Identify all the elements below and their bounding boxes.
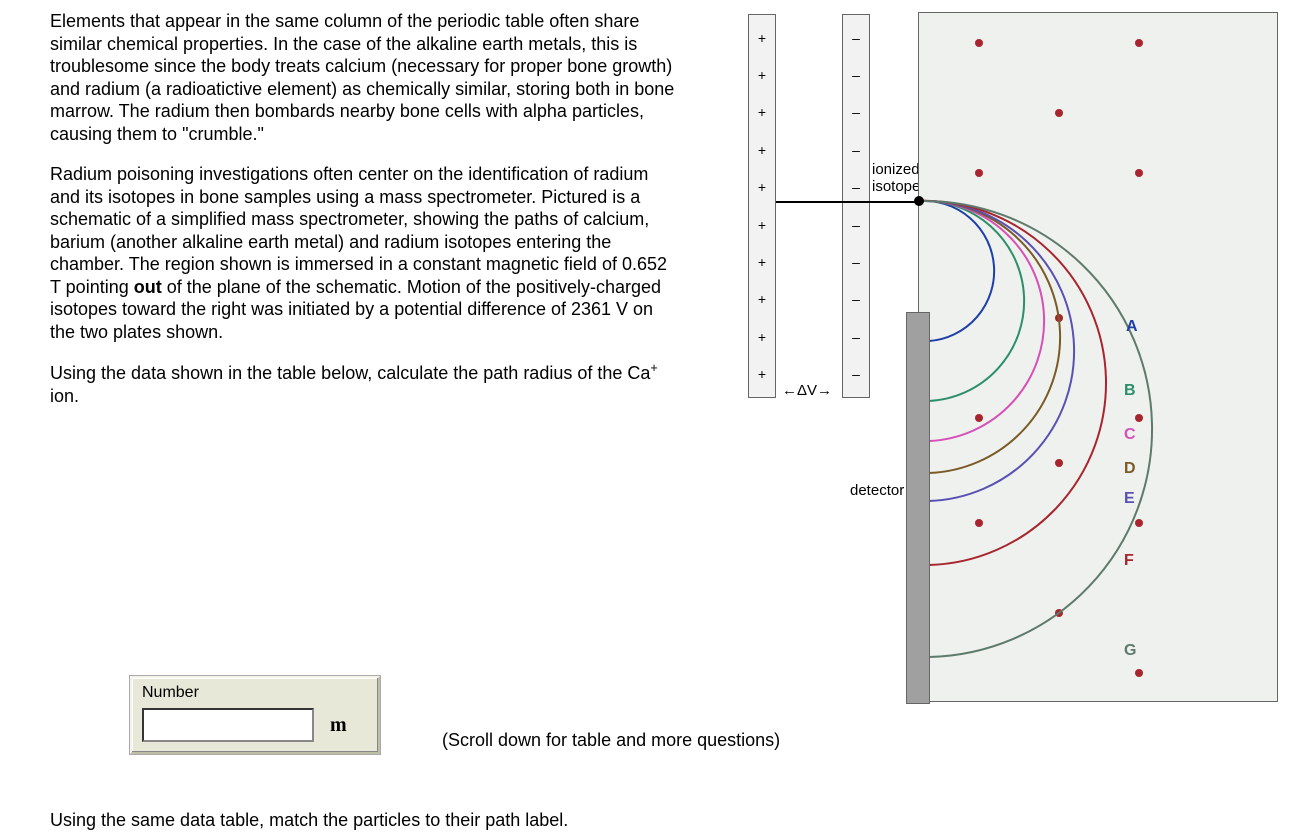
- path-label-d: D: [1124, 460, 1136, 478]
- answer-input[interactable]: [142, 708, 314, 742]
- minus-icon: –: [852, 180, 860, 194]
- detector-bar: [906, 312, 930, 704]
- chamber-svg: [919, 13, 1279, 703]
- path-a: [919, 201, 994, 341]
- paragraph-1: Elements that appear in the same column …: [50, 10, 680, 145]
- plus-icon: +: [758, 105, 766, 119]
- paragraph-2: Radium poisoning investigations often ce…: [50, 163, 680, 343]
- minus-icon: –: [852, 68, 860, 82]
- plus-icon: +: [758, 367, 766, 381]
- minus-icon: –: [852, 218, 860, 232]
- plus-icon: +: [758, 218, 766, 232]
- minus-icon: –: [852, 292, 860, 306]
- delta-v-label: ←ΔV→: [782, 382, 832, 399]
- path-label-b: B: [1124, 382, 1136, 400]
- ion-path-line: [776, 201, 920, 203]
- positive-plate: + + + + + + + + + +: [748, 14, 776, 398]
- plus-icon: +: [758, 255, 766, 269]
- minus-icon: –: [852, 105, 860, 119]
- path-label-a: A: [1126, 318, 1138, 336]
- ionized-isotope-label: ionized isotope: [872, 162, 920, 195]
- minus-icon: –: [852, 31, 860, 45]
- answer-unit: m: [330, 714, 347, 737]
- path-label-e: E: [1124, 490, 1135, 508]
- problem-text: Elements that appear in the same column …: [50, 10, 680, 425]
- answer-label: Number: [142, 684, 368, 702]
- minus-icon: –: [852, 143, 860, 157]
- path-label-g: G: [1124, 642, 1136, 660]
- plus-icon: +: [758, 330, 766, 344]
- path-e: [919, 201, 1074, 501]
- match-question: Using the same data table, match the par…: [50, 810, 568, 831]
- minus-icon: –: [852, 330, 860, 344]
- ion-dot-icon: [914, 196, 924, 206]
- negative-plate: – – – – – – – – – –: [842, 14, 870, 398]
- plus-icon: +: [758, 31, 766, 45]
- answer-box: Number m: [130, 676, 380, 754]
- mass-spectrometer-diagram: + + + + + + + + + + – – – – – – – – – – …: [740, 12, 1290, 712]
- paragraph-3: Using the data shown in the table below,…: [50, 361, 680, 407]
- detector-label: detector: [850, 482, 904, 499]
- path-label-c: C: [1124, 426, 1136, 444]
- chamber: [918, 12, 1278, 702]
- plus-icon: +: [758, 292, 766, 306]
- path-c: [919, 201, 1044, 441]
- path-g: [919, 201, 1152, 657]
- path-label-f: F: [1124, 552, 1134, 570]
- plus-icon: +: [758, 180, 766, 194]
- plus-icon: +: [758, 68, 766, 82]
- plus-icon: +: [758, 143, 766, 157]
- minus-icon: –: [852, 367, 860, 381]
- minus-icon: –: [852, 255, 860, 269]
- scroll-note: (Scroll down for table and more question…: [442, 730, 780, 751]
